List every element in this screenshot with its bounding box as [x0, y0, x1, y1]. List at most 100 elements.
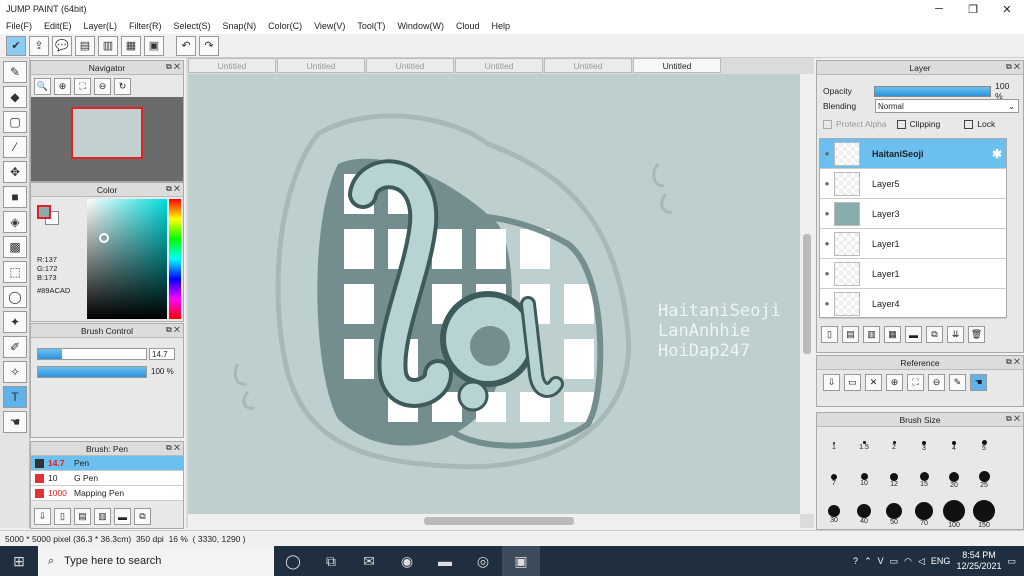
new-brush-icon[interactable]: ▯ — [54, 508, 71, 525]
page-icon[interactable]: ▥ — [98, 35, 118, 56]
menu-help[interactable]: Help — [485, 21, 516, 31]
folder-icon[interactable]: ▬ — [905, 326, 922, 343]
duplicate-icon[interactable]: ⧉ — [134, 508, 151, 525]
hue-slider[interactable] — [169, 199, 181, 319]
up-arrow-icon[interactable]: ⌃ — [864, 556, 872, 567]
drawing-canvas[interactable]: HaitaniSeoji LanAnhhie HoiDap247 — [188, 74, 800, 514]
pen-tool-icon[interactable]: ✎ — [3, 61, 27, 83]
menu-select[interactable]: Select(S) — [168, 21, 217, 31]
fit-icon[interactable]: ⛶ — [74, 78, 91, 95]
close-icon[interactable]: ⧉ ✕ — [166, 184, 180, 194]
delete-layer-icon[interactable]: 🗑 — [968, 326, 985, 343]
comment-icon[interactable]: 💬 — [52, 35, 72, 56]
message-icon[interactable]: ▤ — [75, 35, 95, 56]
color-spectrum[interactable] — [87, 199, 167, 319]
layer-row[interactable]: ● Layer3 — [820, 199, 1006, 229]
brush-size-cell[interactable]: 1 — [819, 429, 849, 463]
close-icon[interactable]: ⧉ ✕ — [1006, 357, 1020, 367]
text-tool-icon[interactable]: T — [3, 386, 27, 408]
clock[interactable]: 8:54 PM 12/25/2021 — [956, 550, 1001, 572]
blending-select[interactable]: Normal ⌄ — [875, 99, 1019, 113]
hand-tool-icon[interactable]: ☚ — [3, 411, 27, 433]
bucket-tool-icon[interactable]: ◈ — [3, 211, 27, 233]
brush-size-cell[interactable]: 70 — [909, 497, 939, 531]
layer-menu-icon[interactable]: ▦ — [884, 326, 901, 343]
scroll-thumb[interactable] — [424, 517, 574, 525]
wifi-icon[interactable]: ◠ — [904, 556, 912, 567]
merge-layer-icon[interactable]: ⇊ — [947, 326, 964, 343]
folder-icon[interactable]: ▬ — [114, 508, 131, 525]
menu-snap[interactable]: Snap(N) — [217, 21, 263, 31]
zoom-in-icon[interactable]: ⊕ — [54, 78, 71, 95]
hand-icon[interactable]: ☚ — [970, 374, 987, 391]
zoom-icon[interactable]: 🔍 — [34, 78, 51, 95]
eyedropper-icon[interactable]: ✎ — [949, 374, 966, 391]
brush-size-slider[interactable] — [37, 348, 147, 360]
horizontal-scrollbar[interactable] — [188, 514, 800, 528]
layer-row[interactable]: ● Layer1 — [820, 259, 1006, 289]
brush-size-cell[interactable]: 7 — [819, 463, 849, 497]
scroll-thumb[interactable] — [803, 234, 811, 354]
menu-edit[interactable]: Edit(E) — [38, 21, 78, 31]
chrome-icon[interactable]: ◎ — [464, 546, 502, 576]
gradient-tool-icon[interactable]: ▩ — [3, 236, 27, 258]
brush-size-cell[interactable]: 5 — [969, 429, 999, 463]
volume-icon[interactable]: ◁ — [918, 556, 925, 567]
visibility-icon[interactable]: ● — [820, 269, 834, 278]
vertical-scrollbar[interactable] — [800, 74, 814, 514]
grid-icon[interactable]: ▣ — [144, 35, 164, 56]
zoom-out-icon[interactable]: ⊖ — [928, 374, 945, 391]
windows-start-icon[interactable]: ⊞ — [0, 546, 38, 576]
brush-download-icon[interactable]: ⇩ — [34, 508, 51, 525]
brush-size-cell[interactable]: 2 — [879, 429, 909, 463]
document-tab[interactable]: Untitled — [544, 58, 632, 73]
brush-size-cell[interactable]: 150 — [969, 497, 999, 531]
visibility-icon[interactable]: ● — [820, 299, 834, 308]
foreground-color-swatch[interactable] — [37, 205, 51, 219]
select-rect-tool-icon[interactable]: ⬚ — [3, 261, 27, 283]
language-indicator[interactable]: ENG — [931, 556, 951, 566]
open-folder-icon[interactable]: ▭ — [844, 374, 861, 391]
navigator-thumbnail[interactable] — [31, 97, 183, 181]
document-tab[interactable]: Untitled — [455, 58, 543, 73]
layer-opacity-slider[interactable] — [874, 85, 992, 97]
color-picker-handle[interactable] — [99, 233, 109, 243]
magic-wand-tool-icon[interactable]: ✦ — [3, 311, 27, 333]
menu-tool[interactable]: Tool(T) — [351, 21, 391, 31]
brush-size-cell[interactable]: 50 — [879, 497, 909, 531]
document-tab[interactable]: Untitled — [366, 58, 454, 73]
task-view-icon[interactable]: ⧉ — [312, 546, 350, 576]
fit-icon[interactable]: ⛶ — [907, 374, 924, 391]
file-explorer-icon[interactable]: ▬ — [426, 546, 464, 576]
close-icon[interactable]: ⧉ ✕ — [166, 325, 180, 335]
notification-icon[interactable]: ▭ — [1007, 556, 1016, 567]
menu-view[interactable]: View(V) — [308, 21, 351, 31]
brush-menu-icon[interactable]: ▤ — [74, 508, 91, 525]
visibility-icon[interactable]: ● — [820, 179, 834, 188]
menu-layer[interactable]: Layer(L) — [78, 21, 124, 31]
brush-settings-icon[interactable]: ▥ — [94, 508, 111, 525]
fill-rect-tool-icon[interactable]: ■ — [3, 186, 27, 208]
close-icon[interactable]: ✕ — [990, 0, 1024, 18]
visibility-icon[interactable]: ● — [820, 209, 834, 218]
eraser-tool-icon[interactable]: ◆ — [3, 86, 27, 108]
new-layer-icon[interactable]: ▯ — [821, 326, 838, 343]
cortana-icon[interactable]: ◯ — [274, 546, 312, 576]
brush-size-cell[interactable]: 3 — [909, 429, 939, 463]
zoom-out-icon[interactable]: ⊖ — [94, 78, 111, 95]
lock-checkbox[interactable] — [964, 119, 974, 129]
menu-filter[interactable]: Filter(R) — [123, 21, 168, 31]
zoom-in-icon[interactable]: ⊕ — [886, 374, 903, 391]
protect-alpha-checkbox[interactable] — [823, 119, 832, 129]
brush-size-cell[interactable]: 20 — [939, 463, 969, 497]
brush-size-cell[interactable]: 4 — [939, 429, 969, 463]
menu-color[interactable]: Color(C) — [262, 21, 308, 31]
document-tab-active[interactable]: Untitled — [633, 58, 721, 73]
mail-icon[interactable]: ✉ — [350, 546, 388, 576]
gear-icon[interactable]: ✱ — [992, 147, 1002, 161]
brush-size-cell[interactable]: 10 — [849, 463, 879, 497]
rotate-icon[interactable]: ↻ — [114, 78, 131, 95]
brush-size-cell[interactable]: 12 — [879, 463, 909, 497]
brush-size-cell[interactable]: 25 — [969, 463, 999, 497]
antivirus-icon[interactable]: V — [878, 556, 884, 566]
